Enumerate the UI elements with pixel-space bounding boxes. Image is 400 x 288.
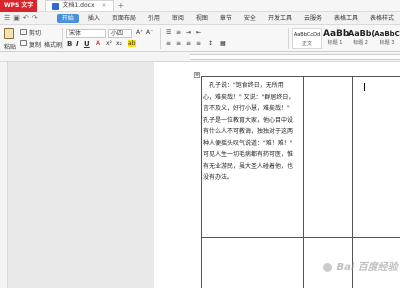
line-spacing-icon[interactable]: ↕ bbox=[208, 40, 213, 47]
italic-button[interactable]: I bbox=[76, 40, 79, 48]
table-border bbox=[303, 76, 304, 288]
watermark-text: Bai 百度经验 bbox=[336, 262, 398, 273]
table-border bbox=[201, 76, 202, 288]
subscript-icon[interactable]: x₂ bbox=[116, 40, 122, 47]
underline-button[interactable]: U bbox=[84, 40, 90, 48]
align-center-icon[interactable]: ≡ bbox=[176, 40, 181, 47]
table-cell-text[interactable]: 孔子说："饱食终日，无所用 心，难矣哉！" 又说："群居终日， 言不及义，好行小… bbox=[203, 80, 301, 184]
tab-review[interactable]: 审阅 bbox=[166, 12, 190, 25]
paste-button[interactable]: 粘贴 bbox=[4, 42, 16, 51]
menu-bar: ☰ ▣ ↶ ↷ 开始 插入 页面布局 引用 审阅 视图 章节 安全 开发工具 云… bbox=[0, 12, 400, 25]
tab-table-style[interactable]: 表格样式 bbox=[364, 12, 400, 25]
paste-icon[interactable] bbox=[4, 28, 14, 39]
indent-icon[interactable]: ⇥ bbox=[186, 29, 191, 36]
tab-cloud[interactable]: 云服务 bbox=[298, 12, 328, 25]
style-label: 标题 3 bbox=[379, 40, 395, 46]
justify-icon[interactable]: ≡ bbox=[196, 40, 201, 47]
style-heading-2[interactable]: AaBb( 标题 2 bbox=[348, 28, 376, 49]
tab-page-layout[interactable]: 页面布局 bbox=[106, 12, 142, 25]
horizontal-ruler[interactable] bbox=[0, 52, 400, 62]
paragraph: 心，难矣哉！" 又说："群居终日， bbox=[203, 93, 295, 101]
outdent-icon[interactable]: ⇤ bbox=[196, 29, 201, 36]
style-label: 正文 bbox=[301, 41, 312, 47]
ribbon-divider bbox=[62, 28, 63, 49]
document-tab[interactable]: 文档1.docx × bbox=[45, 0, 114, 11]
copy-icon[interactable] bbox=[20, 40, 27, 46]
superscript-icon[interactable]: x² bbox=[106, 40, 112, 47]
font-size-select[interactable]: 小四 bbox=[108, 29, 132, 38]
paragraph: 可见人生一切毛病都有药可医，惟 bbox=[203, 151, 294, 158]
style-sample: AaBb bbox=[323, 29, 350, 39]
bold-button[interactable]: B bbox=[67, 40, 72, 48]
baidu-watermark: Bai 百度经验 bbox=[322, 258, 398, 273]
save-icon[interactable]: ▣ bbox=[13, 14, 20, 22]
tab-developer[interactable]: 开发工具 bbox=[262, 12, 298, 25]
tab-security[interactable]: 安全 bbox=[238, 12, 262, 25]
tab-section[interactable]: 章节 bbox=[214, 12, 238, 25]
font-name-select[interactable]: 宋体 bbox=[66, 29, 106, 38]
ruler-track bbox=[190, 54, 400, 60]
wps-writer-window: WPS 文字 文档1.docx × + ☰ ▣ ↶ ↷ 开始 插入 页面布局 引… bbox=[0, 0, 400, 288]
paragraph: 言不及义，好行小慧，难矣哉！" bbox=[203, 105, 290, 112]
ribbon-divider bbox=[288, 28, 289, 49]
style-sample: AaBb( bbox=[348, 29, 376, 38]
vertical-ruler[interactable] bbox=[0, 62, 8, 288]
paragraph: 孔子说："饱食终日，无所用 bbox=[203, 82, 284, 89]
title-bar: WPS 文字 文档1.docx × + bbox=[0, 0, 400, 12]
paragraph: 种人便摇头叹气说道："难！难！" bbox=[203, 139, 293, 147]
paragraph: 没有办法。 bbox=[203, 174, 234, 181]
numbered-list-icon[interactable]: ≡ bbox=[176, 29, 181, 36]
file-menu-icon[interactable]: ☰ bbox=[4, 14, 10, 22]
paw-logo-icon bbox=[323, 262, 332, 272]
tab-view[interactable]: 视图 bbox=[190, 12, 214, 25]
grow-font-icon[interactable]: A⁺ bbox=[136, 29, 143, 36]
style-sample: AaBbCcDd bbox=[293, 32, 321, 38]
style-label: 标题 2 bbox=[353, 40, 368, 46]
align-left-icon[interactable]: ≡ bbox=[166, 40, 171, 47]
paragraph: 孔子是一位教育大家，他心目中设 bbox=[203, 116, 294, 124]
align-right-icon[interactable]: ≡ bbox=[186, 40, 191, 47]
app-menu-button[interactable]: WPS 文字 bbox=[0, 0, 38, 12]
style-label: 标题 1 bbox=[327, 40, 343, 46]
tab-references[interactable]: 引用 bbox=[142, 12, 166, 25]
style-normal[interactable]: AaBbCcDd 正文 bbox=[292, 28, 322, 49]
redo-icon[interactable]: ↷ bbox=[32, 14, 38, 22]
new-tab-button[interactable]: + bbox=[118, 1, 125, 10]
format-painter-button[interactable]: 格式刷 bbox=[44, 40, 62, 49]
ribbon-divider bbox=[160, 28, 161, 49]
paragraph: 有无业游民，虽大圣人碰着他，也 bbox=[203, 162, 294, 170]
style-sample: AaBbC bbox=[374, 30, 400, 38]
text-cursor bbox=[364, 83, 365, 91]
cut-icon[interactable] bbox=[20, 29, 27, 35]
copy-button[interactable]: 复制 bbox=[29, 40, 41, 49]
table-border bbox=[201, 76, 400, 77]
cut-button[interactable]: 剪切 bbox=[29, 28, 41, 37]
ribbon-toolbar: 粘贴 剪切 复制 格式刷 宋体 小四 A⁺ A⁻ B I U A x² x₂ a… bbox=[0, 25, 400, 52]
close-tab-icon[interactable]: × bbox=[102, 1, 107, 11]
shrink-font-icon[interactable]: A⁻ bbox=[146, 29, 153, 36]
highlight-icon[interactable]: ab bbox=[128, 40, 136, 47]
document-icon bbox=[52, 2, 60, 10]
quick-access-toolbar: ☰ ▣ ↶ ↷ bbox=[0, 14, 54, 22]
paragraph: 有什么人不可教诲，独独对于这两 bbox=[203, 128, 294, 135]
tab-insert[interactable]: 插入 bbox=[82, 12, 106, 25]
document-tab-label: 文档1.docx bbox=[62, 2, 95, 9]
font-color-icon[interactable]: A bbox=[96, 40, 100, 47]
document-page[interactable]: ✥ 孔子说："饱食终日，无所用 心，难矣哉！" 又说："群居终日， 言不及义，好… bbox=[154, 62, 400, 288]
borders-icon[interactable]: ▦ bbox=[220, 40, 226, 47]
bullet-list-icon[interactable]: ☰ bbox=[166, 29, 171, 36]
table-border bbox=[201, 237, 400, 238]
table-border bbox=[352, 76, 353, 288]
undo-icon[interactable]: ↶ bbox=[23, 14, 29, 22]
tab-table-tools[interactable]: 表格工具 bbox=[328, 12, 364, 25]
table-move-handle-icon[interactable]: ✥ bbox=[194, 72, 200, 78]
style-heading-1[interactable]: AaBb 标题 1 bbox=[323, 28, 350, 49]
tab-home[interactable]: 开始 bbox=[56, 13, 79, 23]
style-heading-3[interactable]: AaBbC 标题 3 bbox=[374, 28, 400, 49]
